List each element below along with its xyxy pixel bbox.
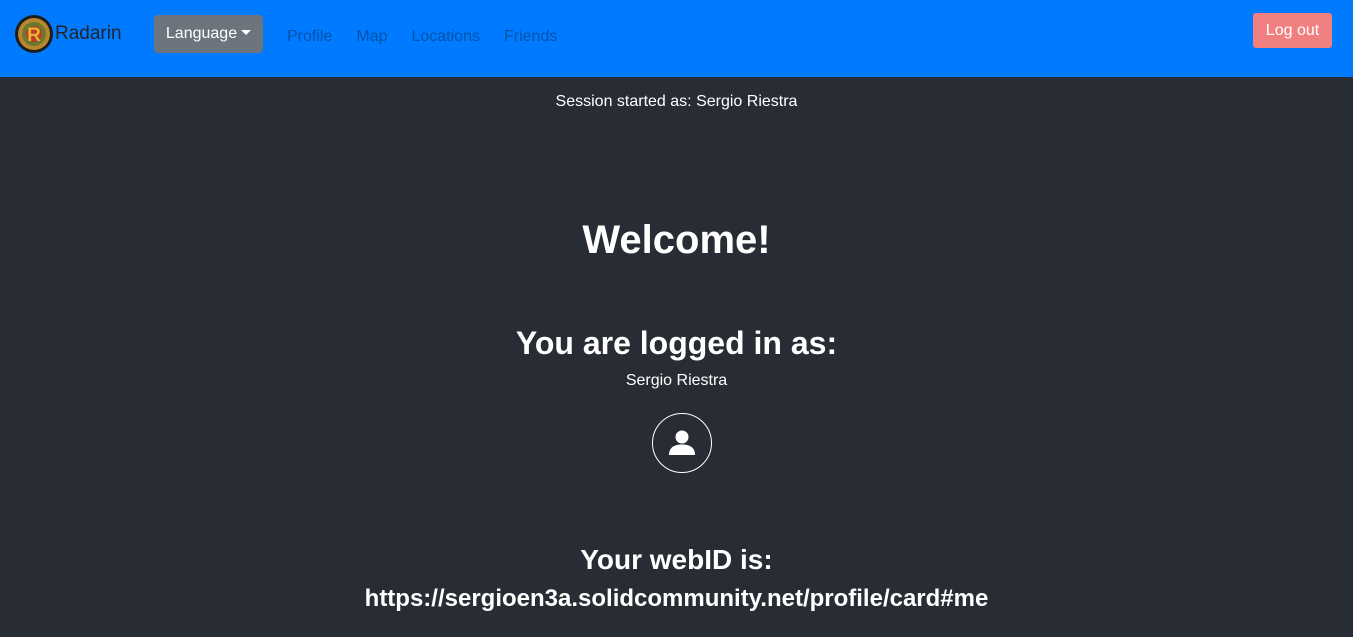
top-navbar: R Radarin Language Profile Map Locations…: [0, 0, 1353, 77]
user-icon: [669, 430, 695, 455]
language-dropdown-button[interactable]: Language: [154, 15, 263, 53]
webid-heading: Your webID is:: [580, 544, 773, 575]
radarin-logo-icon: R: [15, 15, 53, 53]
logout-button[interactable]: Log out: [1253, 13, 1332, 48]
session-status: Session started as: Sergio Riestra: [555, 93, 798, 110]
brand[interactable]: R Radarin: [14, 14, 122, 54]
nav-link-locations[interactable]: Locations: [411, 28, 480, 46]
user-name: Sergio Riestra: [625, 372, 728, 389]
language-label: Language: [165, 25, 238, 42]
logged-in-heading: You are logged in as:: [515, 325, 838, 361]
avatar: [652, 413, 712, 473]
svg-text:R: R: [27, 25, 41, 46]
nav-link-friends[interactable]: Friends: [504, 28, 557, 46]
welcome-heading: Welcome!: [582, 218, 771, 262]
caret-down-icon: [241, 29, 252, 35]
nav-links: Profile Map Locations Friends: [287, 26, 581, 48]
webid-url: https://sergioen3a.solidcommunity.net/pr…: [364, 585, 989, 612]
nav-link-profile[interactable]: Profile: [287, 28, 332, 46]
nav-link-map[interactable]: Map: [356, 28, 387, 46]
brand-name: Radarin: [55, 23, 122, 44]
